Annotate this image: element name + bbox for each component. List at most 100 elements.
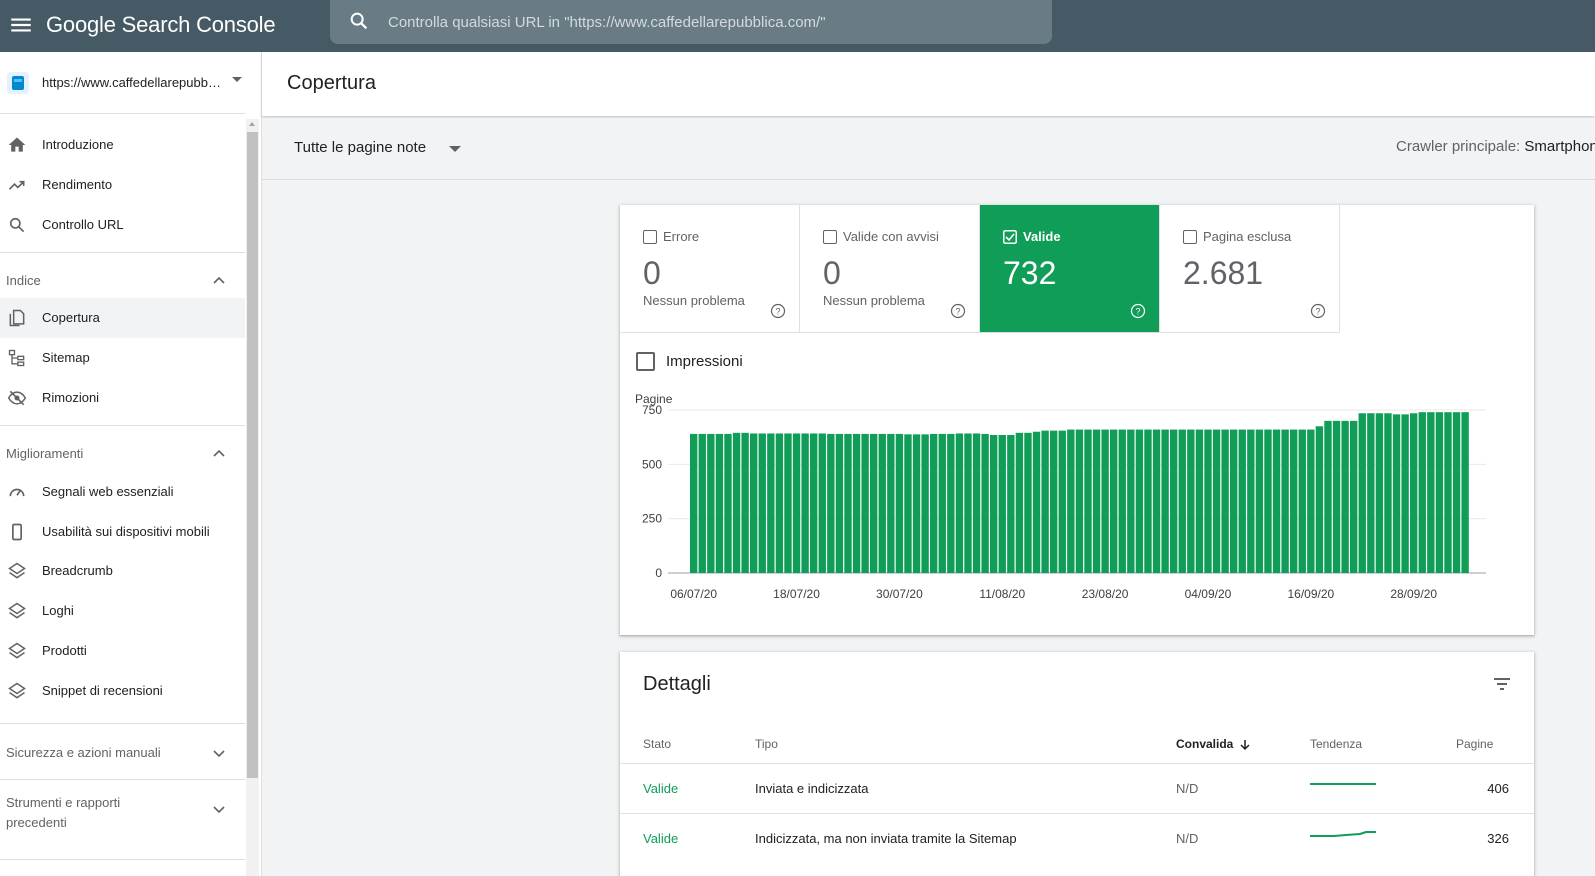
nav-copertura[interactable]: Copertura xyxy=(0,298,245,338)
header-tipo[interactable]: Tipo xyxy=(755,737,778,751)
chart-bar[interactable] xyxy=(1187,429,1195,573)
nav-controllo-url[interactable]: Controllo URL xyxy=(0,205,245,245)
chart-bar[interactable] xyxy=(690,433,698,573)
chart-bar[interactable] xyxy=(955,433,964,573)
chart-bar[interactable] xyxy=(758,433,766,573)
chart-bar[interactable] xyxy=(1101,429,1109,573)
chart-bar[interactable] xyxy=(741,432,749,573)
chart-bar[interactable] xyxy=(1367,413,1375,573)
chart-bar[interactable] xyxy=(792,433,801,573)
chart-bar[interactable] xyxy=(972,433,981,573)
chart-bar[interactable] xyxy=(1007,434,1015,573)
tile-checkbox[interactable] xyxy=(823,230,837,244)
nav-sitemap[interactable]: Sitemap xyxy=(0,338,245,378)
chart-bar[interactable] xyxy=(775,433,784,573)
chart-bar[interactable] xyxy=(1410,413,1418,573)
nav-rendimento[interactable]: Rendimento xyxy=(0,165,245,205)
chart-bar[interactable] xyxy=(1067,429,1075,573)
chart-bar[interactable] xyxy=(861,433,869,573)
hamburger-menu-icon[interactable] xyxy=(8,12,34,38)
chart-bar[interactable] xyxy=(1058,430,1066,573)
chart-bar[interactable] xyxy=(724,433,732,573)
chart-bar[interactable] xyxy=(887,433,895,573)
chart-bar[interactable] xyxy=(1452,412,1461,573)
section-strumenti[interactable]: Strumenti e rapporti precedenti xyxy=(0,788,245,840)
app-logo[interactable]: Google Search Console xyxy=(46,8,276,42)
help-icon[interactable]: ? xyxy=(950,303,966,319)
filter-icon[interactable] xyxy=(1490,672,1514,696)
section-sicurezza[interactable]: Sicurezza e azioni manuali xyxy=(0,732,245,772)
chart-bar[interactable] xyxy=(1238,429,1246,573)
tile-valide[interactable]: Valide 732 ? xyxy=(980,205,1160,333)
chart-bar[interactable] xyxy=(1092,429,1101,573)
chart-bar[interactable] xyxy=(1435,412,1444,573)
chart-bar[interactable] xyxy=(767,433,775,573)
nav-usabilita-mobile[interactable]: Usabilità sui dispositivi mobili xyxy=(0,512,245,552)
chart-bar[interactable] xyxy=(1032,431,1041,573)
chart-bar[interactable] xyxy=(698,433,706,573)
header-pagine[interactable]: Pagine xyxy=(1456,737,1493,751)
tile-errore[interactable]: Errore 0 Nessun problema ? xyxy=(620,205,800,333)
chart-bar[interactable] xyxy=(904,434,912,573)
chart-bar[interactable] xyxy=(981,433,989,573)
chart-bar[interactable] xyxy=(1461,412,1469,573)
chart-bar[interactable] xyxy=(1315,426,1324,573)
chart-bar[interactable] xyxy=(1307,429,1315,573)
table-row[interactable]: Valide Indicizzata, ma non inviata trami… xyxy=(620,813,1534,863)
sidebar-scroll-thumb[interactable] xyxy=(247,132,258,778)
chart-bar[interactable] xyxy=(1358,413,1366,573)
chart-bar[interactable] xyxy=(1110,429,1118,573)
chart-bar[interactable] xyxy=(1230,429,1238,573)
search-input[interactable] xyxy=(388,11,1028,33)
chart-bar[interactable] xyxy=(1384,413,1392,573)
pages-filter-dropdown[interactable]: Tutte le pagine note xyxy=(294,138,474,162)
chart-bar[interactable] xyxy=(947,433,955,573)
nav-loghi[interactable]: Loghi xyxy=(0,591,245,631)
chart-bar[interactable] xyxy=(1170,429,1178,573)
nav-rimozioni[interactable]: Rimozioni xyxy=(0,378,245,418)
chart-bar[interactable] xyxy=(1212,429,1221,573)
chart-bar[interactable] xyxy=(801,433,809,573)
chart-bar[interactable] xyxy=(810,433,818,573)
chart-bar[interactable] xyxy=(1298,429,1306,573)
chart-bar[interactable] xyxy=(1272,429,1281,573)
nav-snippet-recensioni[interactable]: Snippet di recensioni xyxy=(0,671,245,711)
chart-bar[interactable] xyxy=(852,433,861,573)
chart-bar[interactable] xyxy=(732,432,741,573)
nav-prodotti[interactable]: Prodotti xyxy=(0,631,245,671)
chart-bar[interactable] xyxy=(1350,420,1358,573)
tile-pagina-esclusa[interactable]: Pagina esclusa 2.681 ? xyxy=(1160,205,1340,333)
chart-bar[interactable] xyxy=(1127,429,1135,573)
chart-bar[interactable] xyxy=(1341,420,1349,573)
table-row[interactable]: Valide Inviata e indicizzata N/D 406 xyxy=(620,763,1534,813)
scroll-up-arrow-icon[interactable] xyxy=(249,122,255,126)
chart-bar[interactable] xyxy=(1024,432,1032,573)
chart-bar[interactable] xyxy=(707,433,715,573)
chart-bar[interactable] xyxy=(921,434,929,573)
chart-bar[interactable] xyxy=(844,433,852,573)
chart-bar[interactable] xyxy=(835,433,844,573)
tile-valide-con-avvisi[interactable]: Valide con avvisi 0 Nessun problema ? xyxy=(800,205,980,333)
chart-bar[interactable] xyxy=(1255,429,1264,573)
chart-bar[interactable] xyxy=(1050,430,1058,573)
help-icon[interactable]: ? xyxy=(1310,303,1326,319)
chart-bar[interactable] xyxy=(1401,414,1409,573)
chart-bar[interactable] xyxy=(827,433,835,573)
header-convalida[interactable]: Convalida xyxy=(1176,737,1251,751)
chart-bar[interactable] xyxy=(998,434,1006,573)
chart-bar[interactable] xyxy=(990,434,998,573)
chart-bar[interactable] xyxy=(1144,429,1152,573)
chart-bar[interactable] xyxy=(784,433,792,573)
chart-bar[interactable] xyxy=(818,433,826,573)
chart-bar[interactable] xyxy=(912,434,921,573)
chart-bar[interactable] xyxy=(895,433,904,573)
chart-bar[interactable] xyxy=(964,433,972,573)
chart-bar[interactable] xyxy=(878,433,886,573)
chart-bar[interactable] xyxy=(1418,412,1426,573)
chart-bar[interactable] xyxy=(1221,429,1229,573)
chart-bar[interactable] xyxy=(1041,430,1049,573)
help-icon[interactable]: ? xyxy=(770,303,786,319)
chart-bar[interactable] xyxy=(1247,429,1255,573)
chart-bar[interactable] xyxy=(1290,429,1298,573)
checked-checkbox-icon[interactable] xyxy=(1003,230,1017,244)
